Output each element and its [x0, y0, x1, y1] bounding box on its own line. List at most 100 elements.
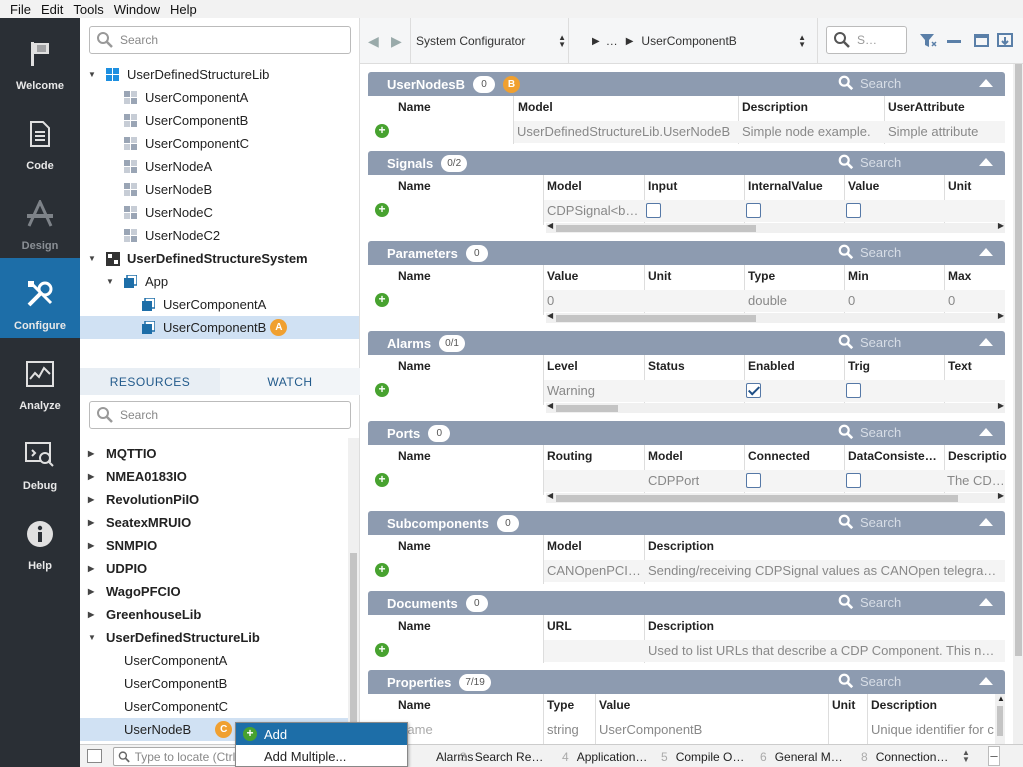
resource-item[interactable]: ▶ GreenhouseLib: [88, 603, 201, 626]
collapse-icon[interactable]: [979, 158, 993, 166]
table-row[interactable]: [544, 470, 1005, 492]
table-cell[interactable]: Warning: [547, 383, 595, 398]
context-menu-add-multiple[interactable]: Add Multiple...: [236, 745, 407, 767]
section-header[interactable]: Properties 7/19 Search: [368, 670, 1005, 694]
column-header[interactable]: Connected: [748, 449, 810, 463]
section-search[interactable]: Search: [838, 244, 901, 260]
tree-item-app-usercomponentb[interactable]: UserComponentB A: [80, 316, 359, 339]
section-header[interactable]: Subcomponents 0 Search: [368, 511, 1005, 535]
collapse-icon[interactable]: [979, 677, 993, 685]
section-search[interactable]: Search: [838, 514, 901, 530]
table-cell[interactable]: double: [748, 293, 787, 308]
section-search[interactable]: Search: [838, 154, 901, 170]
chevron-left-icon[interactable]: ◀: [547, 401, 553, 410]
add-row-button[interactable]: +: [375, 293, 389, 307]
table-cell[interactable]: string: [547, 722, 579, 737]
resource-item[interactable]: ▶ SeatexMRUIO: [88, 511, 191, 534]
column-header[interactable]: InternalValue: [748, 179, 823, 193]
scrollbar-thumb[interactable]: [556, 225, 756, 232]
tree-item-lib[interactable]: ▼ UserDefinedStructureLib: [88, 63, 358, 86]
context-menu-add[interactable]: + Add: [236, 723, 407, 745]
bottom-tab-connection[interactable]: 8 Connection…: [861, 745, 948, 767]
value-checkbox[interactable]: [846, 203, 861, 218]
main-scrollbar[interactable]: [1013, 64, 1023, 744]
resources-search-input[interactable]: Search: [89, 401, 351, 429]
section-header[interactable]: Alarms 0/1 Search: [368, 331, 1005, 355]
column-header[interactable]: Type: [547, 698, 574, 712]
tree-item-usercomponentb[interactable]: UserComponentB: [124, 109, 358, 132]
chevron-left-icon[interactable]: ◀: [547, 221, 553, 230]
table-cell[interactable]: UserComponentB: [599, 722, 702, 737]
table-cell[interactable]: CDPPort: [648, 473, 699, 488]
chevron-right-icon[interactable]: ▶: [998, 401, 1004, 410]
resource-item[interactable]: ▶ MQTTIO: [88, 442, 157, 465]
internalvalue-checkbox[interactable]: [746, 203, 761, 218]
column-header[interactable]: Value: [599, 698, 630, 712]
properties-scrollbar[interactable]: ▲: [995, 694, 1005, 744]
scrollbar-thumb[interactable]: [997, 706, 1003, 736]
column-header[interactable]: URL: [547, 619, 572, 633]
chevron-right-icon[interactable]: ▶: [998, 311, 1004, 320]
sidebar-toggle-icon[interactable]: [87, 749, 102, 763]
scrollbar-thumb[interactable]: [556, 315, 756, 322]
section-header[interactable]: Signals 0/2 Search: [368, 151, 1005, 175]
chevron-right-icon[interactable]: ▶: [998, 221, 1004, 230]
bottom-tab-application[interactable]: 4 Application…: [562, 745, 647, 767]
column-header[interactable]: Value: [547, 269, 578, 283]
resource-item[interactable]: ▶ SNMPIO: [88, 534, 157, 557]
table-cell[interactable]: CANOpenPCI…: [547, 563, 642, 578]
column-header[interactable]: Enabled: [748, 359, 795, 373]
forward-icon[interactable]: ▶: [391, 33, 402, 50]
maximize-icon[interactable]: [974, 34, 989, 47]
mode-combobox[interactable]: System Configurator ▲ ▼: [416, 18, 566, 64]
scrollbar-thumb[interactable]: [1015, 64, 1022, 656]
table-cell[interactable]: Simple attribute: [888, 124, 1002, 139]
column-header[interactable]: Name: [398, 449, 431, 463]
tab-resources[interactable]: RESOURCES: [80, 368, 220, 395]
resource-item[interactable]: ▶ NMEA0183IO: [88, 465, 187, 488]
collapse-icon[interactable]: [979, 598, 993, 606]
table-cell[interactable]: 0: [848, 293, 855, 308]
resource-item[interactable]: ▶ RevolutionPiIO: [88, 488, 199, 511]
add-row-button[interactable]: +: [375, 203, 389, 217]
column-header[interactable]: Description: [648, 619, 714, 633]
column-header[interactable]: Input: [648, 179, 677, 193]
trig-checkbox[interactable]: [846, 383, 861, 398]
column-header[interactable]: Name: [398, 698, 431, 712]
mode-configure[interactable]: Configure: [0, 258, 80, 338]
mode-code[interactable]: Code: [0, 98, 80, 178]
connected-checkbox[interactable]: [746, 473, 761, 488]
menu-edit[interactable]: Edit: [36, 2, 68, 17]
column-header[interactable]: Status: [648, 359, 685, 373]
table-cell[interactable]: Simple node example.: [742, 124, 882, 139]
column-header[interactable]: Description: [871, 698, 937, 712]
column-header[interactable]: Name: [398, 619, 431, 633]
bottom-tab-compile[interactable]: 5 Compile O…: [661, 745, 744, 767]
table-cell[interactable]: CDPSignal<b…: [547, 203, 642, 218]
menu-window[interactable]: Window: [109, 2, 165, 17]
bottom-tab-search[interactable]: 3 Search Re…: [460, 745, 543, 767]
collapse-icon[interactable]: [979, 79, 993, 87]
bottom-tab-general[interactable]: 6 General M…: [760, 745, 843, 767]
column-header[interactable]: Name: [398, 269, 431, 283]
tree-item-usernodec2[interactable]: UserNodeC2: [124, 224, 358, 247]
horizontal-scrollbar[interactable]: ◀ ▶: [546, 311, 1005, 323]
column-header[interactable]: Model: [547, 179, 582, 193]
resource-subitem[interactable]: UserComponentC: [124, 695, 228, 718]
scrollbar-thumb[interactable]: [556, 405, 618, 412]
section-search[interactable]: Search: [838, 424, 901, 440]
table-cell[interactable]: The CDPP: [947, 473, 1005, 488]
dock-icon[interactable]: [997, 33, 1013, 52]
column-header[interactable]: Name: [398, 179, 431, 193]
back-icon[interactable]: ◀: [368, 33, 379, 50]
column-header[interactable]: Unit: [832, 698, 855, 712]
column-header[interactable]: Trig: [848, 359, 870, 373]
table-cell[interactable]: 0: [547, 293, 554, 308]
column-header[interactable]: Min: [848, 269, 869, 283]
tree-item-system[interactable]: ▼ UserDefinedStructureSystem: [88, 247, 358, 270]
section-search[interactable]: Search: [838, 334, 901, 350]
column-header[interactable]: Unit: [948, 179, 971, 193]
column-header[interactable]: Type: [748, 269, 775, 283]
resource-item[interactable]: ▶ UDPIO: [88, 557, 147, 580]
collapse-icon[interactable]: [979, 518, 993, 526]
